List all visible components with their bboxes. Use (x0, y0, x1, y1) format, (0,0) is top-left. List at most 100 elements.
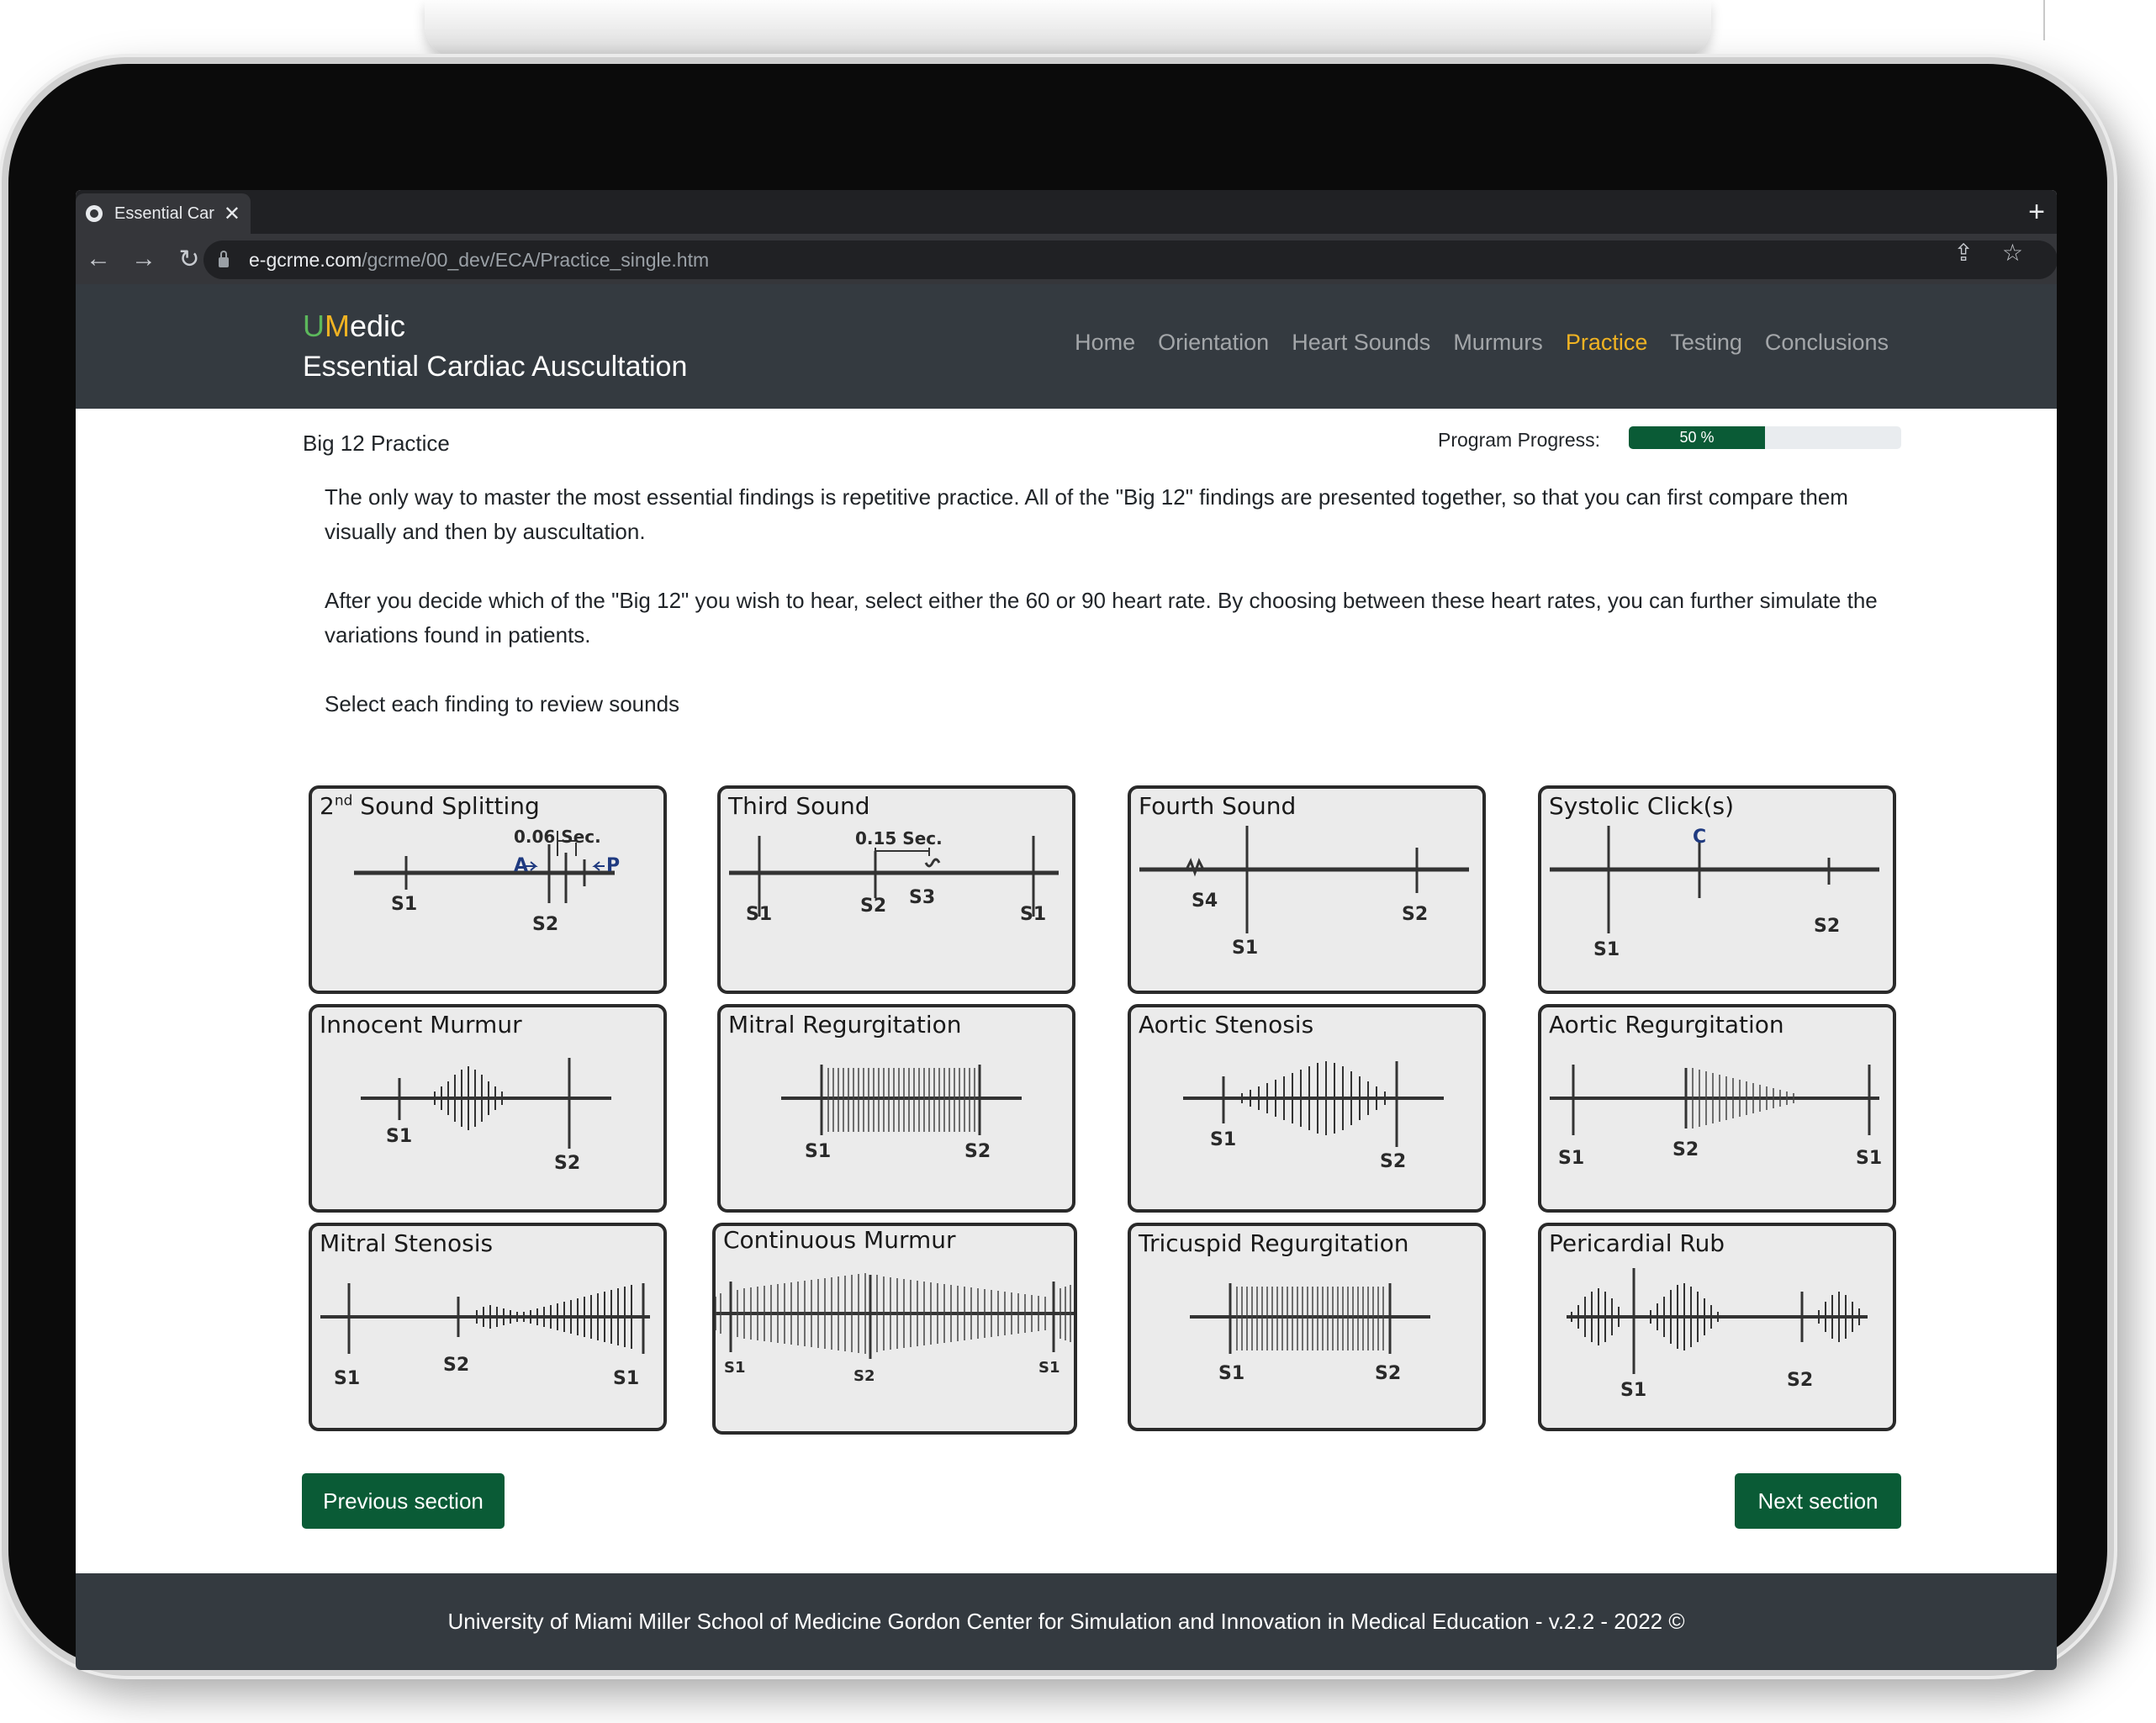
waveform-diagram: S1 S2 S1 (716, 1273, 1074, 1385)
url-host: e-gcrme.com (249, 248, 362, 271)
tablet-frame: Essential Car ✕ + ← → ↻ e-gcrme.com/gcrm… (2, 57, 2114, 1676)
finding-title: Innocent Murmur (320, 1011, 522, 1039)
finding-title: Tricuspid Regurgitation (1139, 1229, 1409, 1257)
label-s1: S1 (613, 1368, 639, 1389)
finding-title: Pericardial Rub (1549, 1229, 1725, 1257)
finding-aortic-stenosis[interactable]: Aortic Stenosis S1 S2 (1128, 1004, 1486, 1213)
forward-arrow-icon[interactable]: → (121, 245, 166, 273)
main-nav: Home Orientation Heart Sounds Murmurs Pr… (1075, 330, 1889, 356)
label-s2: S2 (1787, 1370, 1813, 1391)
finding-title: Fourth Sound (1139, 792, 1297, 820)
finding-third-sound[interactable]: Third Sound 0.15 Sec. S1 S2 S3 S1 (717, 785, 1075, 994)
label-s1: S1 (1232, 938, 1258, 959)
label-s1: S1 (1620, 1380, 1646, 1401)
label-s2: S2 (1814, 916, 1840, 937)
waveform-diagram: S1 S2 (361, 1058, 611, 1174)
finding-continuous-murmur[interactable]: Continuous Murmur S1 S2 S1 (712, 1223, 1077, 1435)
label-s2: S2 (1402, 904, 1428, 925)
finding-title: Mitral Regurgitation (728, 1011, 962, 1039)
label-a: A (514, 855, 528, 876)
label-s2: S2 (532, 914, 558, 935)
label-time: 0.15 Sec. (855, 828, 943, 848)
finding-title: Mitral Stenosis (320, 1229, 494, 1257)
label-s1: S1 (805, 1141, 831, 1162)
brand[interactable]: UMedic Essential Cardiac Auscultation (303, 308, 687, 388)
label-s2: S2 (860, 896, 886, 917)
finding-tricuspid-regurgitation[interactable]: Tricuspid Regurgitation S1 S2 (1128, 1223, 1486, 1431)
lock-icon (219, 251, 229, 267)
address-bar[interactable]: e-gcrme.com/gcrme/00_dev/ECA/Practice_si… (203, 240, 2057, 279)
finding-second-sound-splitting[interactable]: 2nd Sound Splitting A P 0.06 Sec. S1 S2 (309, 785, 667, 994)
finding-mitral-stenosis[interactable]: Mitral Stenosis S1 S2 S1 (309, 1223, 667, 1431)
back-arrow-icon[interactable]: ← (76, 245, 121, 273)
nav-murmurs[interactable]: Murmurs (1453, 330, 1543, 356)
label-s2: S2 (1672, 1139, 1699, 1160)
waveform-diagram: A P 0.06 Sec. S1 S2 (354, 827, 620, 935)
globe-icon (86, 205, 103, 222)
finding-fourth-sound[interactable]: Fourth Sound S4 S1 S2 (1128, 785, 1486, 994)
label-s1: S1 (386, 1126, 412, 1147)
intro-paragraph-2: After you decide which of the "Big 12" y… (325, 588, 1878, 647)
label-s1: S1 (334, 1368, 360, 1389)
nav-testing[interactable]: Testing (1670, 330, 1742, 356)
bookmark-star-icon[interactable]: ☆ (2002, 239, 2023, 267)
previous-section-button[interactable]: Previous section (302, 1473, 505, 1529)
label-s1: S1 (1593, 939, 1620, 960)
label-time: 0.06 Sec. (514, 827, 601, 847)
waveform-diagram: S1 S2 (1190, 1283, 1430, 1384)
label-s3: S3 (909, 887, 935, 908)
label-p: P (606, 855, 620, 876)
finding-aortic-regurgitation[interactable]: Aortic Regurgitation S1 S2 S1 (1538, 1004, 1896, 1213)
tablet-screen: Essential Car ✕ + ← → ↻ e-gcrme.com/gcrm… (76, 190, 2057, 1670)
waveform-diagram: S1 S2 S1 (320, 1283, 650, 1389)
progress-label: Program Progress: (1438, 429, 1601, 451)
footer: University of Miami Miller School of Med… (76, 1573, 2057, 1670)
site-header: UMedic Essential Cardiac Auscultation Ho… (76, 284, 2057, 409)
label-s2: S2 (964, 1141, 991, 1162)
progress-fill: 50 % (1629, 426, 1765, 449)
nav-conclusions[interactable]: Conclusions (1765, 330, 1889, 356)
label-c: C (1693, 827, 1706, 848)
page-title: Big 12 Practice (303, 431, 450, 456)
label-s2: S2 (443, 1355, 469, 1376)
label-s1: S1 (1856, 1148, 1882, 1169)
label-s1: S1 (1558, 1148, 1584, 1169)
nav-practice[interactable]: Practice (1566, 330, 1648, 356)
program-progress-bar: 50 % (1629, 426, 1901, 449)
label-s1: S1 (1210, 1129, 1236, 1150)
nav-home[interactable]: Home (1075, 330, 1135, 356)
label-s4: S4 (1192, 891, 1218, 912)
nav-orientation[interactable]: Orientation (1158, 330, 1269, 356)
label-s2: S2 (1375, 1363, 1401, 1384)
finding-pericardial-rub[interactable]: Pericardial Rub S1 S2 (1538, 1223, 1896, 1431)
browser-tab[interactable]: Essential Car ✕ (76, 193, 251, 234)
finding-title: Third Sound (728, 792, 870, 820)
label-s2: S2 (554, 1153, 580, 1174)
label-s1: S1 (746, 904, 772, 925)
finding-title: Continuous Murmur (723, 1226, 956, 1254)
finding-systolic-clicks[interactable]: Systolic Click(s) C S1 S2 (1538, 785, 1896, 994)
finding-innocent-murmur[interactable]: Innocent Murmur S1 S2 (309, 1004, 667, 1213)
new-tab-icon[interactable]: + (2028, 195, 2045, 229)
close-tab-icon[interactable]: ✕ (224, 202, 240, 226)
label-s2: S2 (1380, 1151, 1406, 1172)
finding-mitral-regurgitation[interactable]: Mitral Regurgitation S1 S2 (717, 1004, 1075, 1213)
waveform-diagram: 0.15 Sec. S1 S2 S3 S1 (729, 828, 1059, 925)
share-icon[interactable]: ⇪ (1953, 239, 1973, 267)
browser-tab-bar: Essential Car ✕ + (76, 190, 2057, 234)
browser-toolbar: ← → ↻ e-gcrme.com/gcrme/00_dev/ECA/Pract… (76, 234, 2057, 284)
label-s1: S1 (391, 894, 417, 915)
umedic-logo: UMedic (303, 309, 406, 343)
nav-heart-sounds[interactable]: Heart Sounds (1292, 330, 1430, 356)
waveform-diagram: S1 S2 S1 (1550, 1065, 1882, 1169)
finding-title: Systolic Click(s) (1549, 792, 1735, 820)
label-s1: S1 (1020, 904, 1046, 925)
intro-paragraph-1: The only way to master the most essentia… (325, 484, 1848, 544)
waveform-diagram: S4 S1 S2 (1139, 826, 1469, 959)
finding-title: Aortic Regurgitation (1549, 1011, 1784, 1039)
label-s1: S1 (724, 1359, 746, 1377)
next-section-button[interactable]: Next section (1735, 1473, 1901, 1529)
waveform-diagram: C S1 S2 (1550, 826, 1879, 960)
label-s1: S1 (1218, 1363, 1244, 1384)
stylus-pencil (425, 0, 2045, 59)
